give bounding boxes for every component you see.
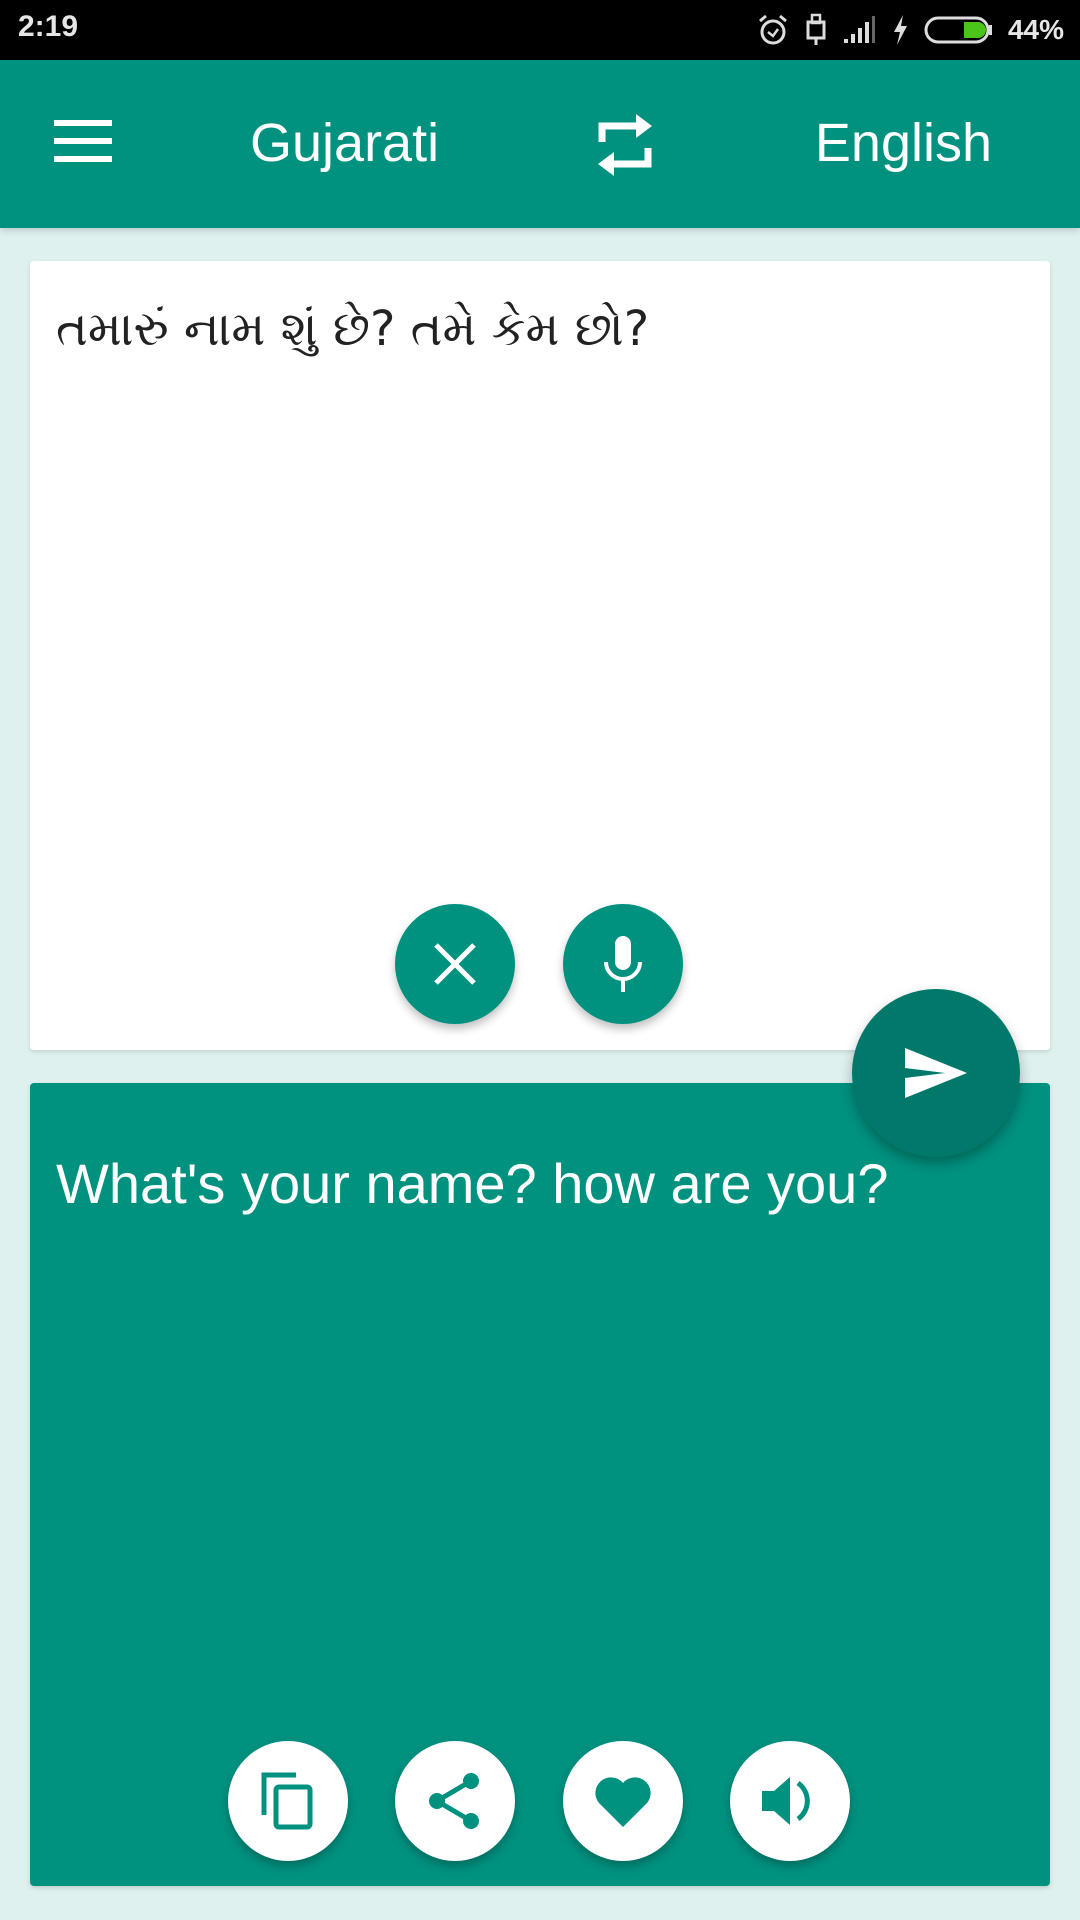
output-card: What's your name? how are you?	[30, 1083, 1050, 1886]
copy-icon	[261, 1772, 313, 1830]
status-time: 2:19	[18, 10, 79, 43]
menu-icon	[54, 120, 112, 162]
translated-text: What's your name? how are you?	[56, 1152, 889, 1215]
clear-button[interactable]	[395, 904, 515, 1024]
status-bar: 2:19 44%	[0, 0, 1080, 60]
source-language-button[interactable]: Gujarati	[250, 112, 439, 174]
battery-percent: 44%	[1007, 14, 1064, 45]
menu-button[interactable]	[54, 118, 114, 166]
speak-button[interactable]	[730, 1741, 850, 1861]
target-language-button[interactable]: English	[815, 112, 992, 174]
signal-icon	[843, 16, 875, 43]
alarm-icon	[758, 14, 787, 45]
toolbar: Gujarati English	[0, 60, 1080, 228]
usb-icon	[806, 13, 826, 45]
status-icons: 44%	[756, 8, 1064, 52]
charging-icon	[893, 15, 907, 45]
share-icon	[429, 1773, 479, 1829]
share-button[interactable]	[395, 1741, 515, 1861]
send-icon	[905, 1048, 967, 1098]
swap-languages-button[interactable]	[594, 112, 656, 178]
swap-icon	[598, 114, 652, 176]
speaker-icon	[762, 1777, 810, 1825]
input-card[interactable]: તમારું નામ શું છે? તમે કેમ છો?	[30, 261, 1050, 1050]
close-icon	[434, 943, 476, 985]
heart-icon	[595, 1777, 651, 1827]
favorite-button[interactable]	[563, 1741, 683, 1861]
source-text-input[interactable]: તમારું નામ શું છે? તમે કેમ છો?	[56, 301, 649, 358]
microphone-icon	[604, 936, 642, 992]
translate-button[interactable]	[852, 989, 1020, 1157]
battery-icon	[924, 16, 992, 44]
copy-button[interactable]	[228, 1741, 348, 1861]
voice-input-button[interactable]	[563, 904, 683, 1024]
